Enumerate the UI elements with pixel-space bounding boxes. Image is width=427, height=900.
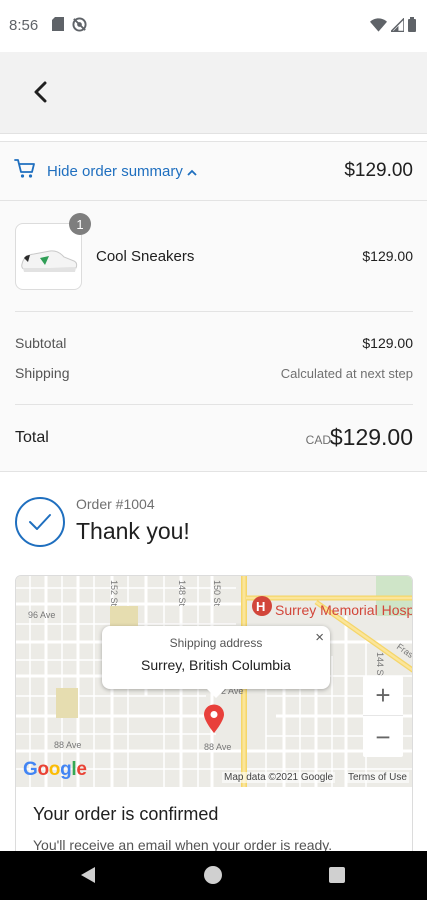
- status-time: 8:56: [9, 17, 39, 34]
- chevron-up-icon: [187, 163, 197, 180]
- svg-text:H: H: [256, 599, 265, 614]
- street-label: 144 St: [375, 652, 385, 679]
- hospital-label: Surrey Memorial Hosp: [275, 602, 413, 618]
- divider: [15, 404, 413, 405]
- wifi-icon: [370, 17, 387, 37]
- map-data-attribution: Map data ©2021 Google: [222, 772, 336, 783]
- location-pin-icon: [203, 704, 225, 739]
- thank-you-heading: Thank you!: [76, 518, 190, 544]
- total-label: Total: [15, 429, 49, 446]
- street-label: 96 Ave: [28, 610, 55, 620]
- street-label: 88 Ave: [204, 742, 231, 752]
- zoom-in-button[interactable]: +: [363, 676, 403, 716]
- nav-back-icon[interactable]: [80, 866, 96, 889]
- back-button[interactable]: [22, 76, 58, 112]
- popup-title: Shipping address: [169, 636, 263, 650]
- street-label: 152 St: [109, 580, 119, 607]
- nav-home-icon[interactable]: [204, 866, 222, 884]
- back-arrow-icon: [33, 81, 47, 108]
- google-logo-letter: g: [60, 759, 72, 780]
- hide-order-summary-link[interactable]: Hide order summary: [47, 163, 197, 180]
- quantity-badge: 1: [69, 213, 91, 235]
- shipping-address-popup: Shipping address Surrey, British Columbi…: [102, 626, 330, 698]
- google-logo-letter: G: [23, 759, 38, 780]
- product-thumbnail: [15, 223, 82, 290]
- terms-of-use-link[interactable]: Terms of Use: [346, 772, 409, 783]
- shipping-map-card: 96 Ave 92 Ave 88 Ave 88 Ave 152 St 150 S…: [15, 575, 413, 875]
- app-bar: [0, 52, 427, 134]
- google-logo: Google: [23, 759, 87, 781]
- street-label: 88 Ave: [54, 740, 81, 750]
- signal-icon: [389, 16, 405, 37]
- toggle-label-text: Hide order summary: [47, 163, 183, 180]
- zoom-out-button[interactable]: −: [363, 717, 403, 757]
- order-number: Order #1004: [76, 496, 155, 512]
- sneaker-image: [21, 250, 78, 272]
- popup-address: Surrey, British Columbia: [141, 657, 291, 673]
- location-off-icon: [72, 17, 87, 37]
- total-value: $129.00: [329, 424, 413, 450]
- sd-card-icon: [52, 17, 64, 37]
- nav-recents-icon[interactable]: [329, 867, 345, 883]
- order-summary-toggle[interactable]: Hide order summary $129.00: [0, 141, 427, 201]
- product-price: $129.00: [362, 248, 413, 264]
- street-label: 148 St: [177, 580, 187, 607]
- google-logo-letter: e: [76, 759, 87, 780]
- subtotal-value: $129.00: [362, 335, 413, 351]
- system-nav-bar: [0, 851, 427, 900]
- google-logo-letter: o: [48, 759, 61, 780]
- order-summary: 1 Cool Sneakers $129.00 Subtotal $129.00…: [0, 201, 427, 472]
- product-name: Cool Sneakers: [96, 248, 195, 265]
- cart-icon: [14, 159, 36, 184]
- total-currency: CAD: [305, 433, 331, 447]
- status-left-icons: [52, 17, 87, 37]
- battery-icon: [408, 17, 416, 37]
- divider: [15, 311, 413, 312]
- street-label: 150 St: [212, 580, 222, 607]
- summary-total: $129.00: [344, 160, 413, 181]
- close-icon[interactable]: ×: [315, 629, 324, 646]
- status-bar: 8:56: [0, 0, 427, 52]
- status-right-icons: [370, 16, 416, 37]
- google-logo-letter: o: [37, 759, 49, 780]
- shipping-value: Calculated at next step: [280, 366, 413, 381]
- shipping-label: Shipping: [15, 365, 70, 381]
- confirmation-check-icon: [15, 497, 65, 547]
- order-confirmed-title: Your order is confirmed: [33, 804, 219, 824]
- map[interactable]: 96 Ave 92 Ave 88 Ave 88 Ave 152 St 150 S…: [16, 576, 413, 787]
- subtotal-label: Subtotal: [15, 335, 67, 351]
